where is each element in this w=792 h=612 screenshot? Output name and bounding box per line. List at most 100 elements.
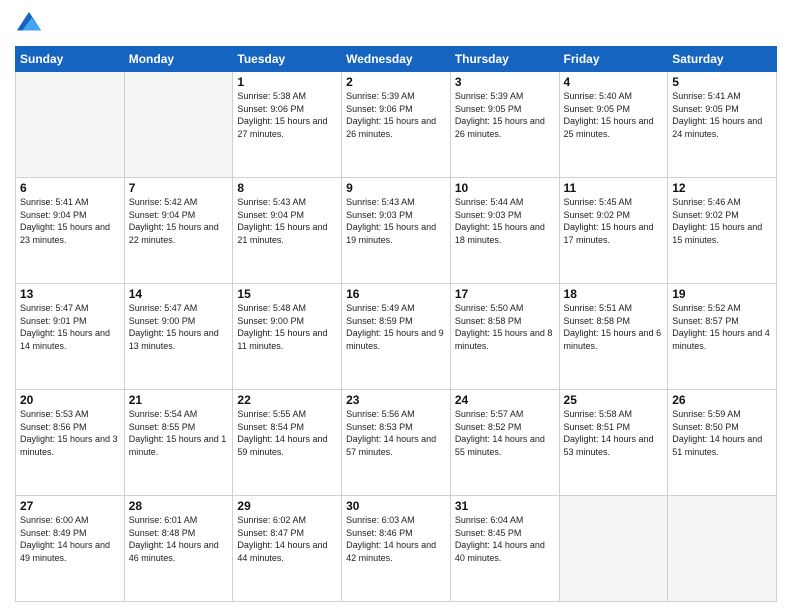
day-info: Sunrise: 6:04 AMSunset: 8:45 PMDaylight:… <box>455 514 555 564</box>
calendar-cell: 3Sunrise: 5:39 AMSunset: 9:05 PMDaylight… <box>450 72 559 178</box>
day-number: 9 <box>346 181 446 195</box>
calendar-cell: 20Sunrise: 5:53 AMSunset: 8:56 PMDayligh… <box>16 390 125 496</box>
day-info: Sunrise: 5:43 AMSunset: 9:04 PMDaylight:… <box>237 196 337 246</box>
calendar-cell: 26Sunrise: 5:59 AMSunset: 8:50 PMDayligh… <box>668 390 777 496</box>
day-number: 6 <box>20 181 120 195</box>
calendar-cell: 23Sunrise: 5:56 AMSunset: 8:53 PMDayligh… <box>342 390 451 496</box>
day-info: Sunrise: 5:41 AMSunset: 9:04 PMDaylight:… <box>20 196 120 246</box>
day-number: 18 <box>564 287 664 301</box>
day-info: Sunrise: 5:38 AMSunset: 9:06 PMDaylight:… <box>237 90 337 140</box>
day-number: 5 <box>672 75 772 89</box>
calendar-cell: 9Sunrise: 5:43 AMSunset: 9:03 PMDaylight… <box>342 178 451 284</box>
calendar-week-row: 13Sunrise: 5:47 AMSunset: 9:01 PMDayligh… <box>16 284 777 390</box>
calendar-cell: 29Sunrise: 6:02 AMSunset: 8:47 PMDayligh… <box>233 496 342 602</box>
day-info: Sunrise: 6:02 AMSunset: 8:47 PMDaylight:… <box>237 514 337 564</box>
day-number: 19 <box>672 287 772 301</box>
calendar-cell <box>124 72 233 178</box>
day-number: 26 <box>672 393 772 407</box>
calendar-week-row: 27Sunrise: 6:00 AMSunset: 8:49 PMDayligh… <box>16 496 777 602</box>
day-number: 27 <box>20 499 120 513</box>
calendar-cell: 10Sunrise: 5:44 AMSunset: 9:03 PMDayligh… <box>450 178 559 284</box>
calendar-week-row: 1Sunrise: 5:38 AMSunset: 9:06 PMDaylight… <box>16 72 777 178</box>
calendar-cell: 28Sunrise: 6:01 AMSunset: 8:48 PMDayligh… <box>124 496 233 602</box>
weekday-header: Thursday <box>450 47 559 72</box>
day-number: 16 <box>346 287 446 301</box>
day-number: 12 <box>672 181 772 195</box>
day-info: Sunrise: 5:49 AMSunset: 8:59 PMDaylight:… <box>346 302 446 352</box>
day-number: 28 <box>129 499 229 513</box>
day-info: Sunrise: 5:47 AMSunset: 9:01 PMDaylight:… <box>20 302 120 352</box>
day-info: Sunrise: 6:00 AMSunset: 8:49 PMDaylight:… <box>20 514 120 564</box>
calendar-cell: 2Sunrise: 5:39 AMSunset: 9:06 PMDaylight… <box>342 72 451 178</box>
day-info: Sunrise: 5:59 AMSunset: 8:50 PMDaylight:… <box>672 408 772 458</box>
day-info: Sunrise: 5:44 AMSunset: 9:03 PMDaylight:… <box>455 196 555 246</box>
day-info: Sunrise: 5:45 AMSunset: 9:02 PMDaylight:… <box>564 196 664 246</box>
calendar-cell: 15Sunrise: 5:48 AMSunset: 9:00 PMDayligh… <box>233 284 342 390</box>
day-number: 11 <box>564 181 664 195</box>
calendar-cell: 21Sunrise: 5:54 AMSunset: 8:55 PMDayligh… <box>124 390 233 496</box>
calendar-cell: 16Sunrise: 5:49 AMSunset: 8:59 PMDayligh… <box>342 284 451 390</box>
day-info: Sunrise: 5:55 AMSunset: 8:54 PMDaylight:… <box>237 408 337 458</box>
day-number: 31 <box>455 499 555 513</box>
day-number: 17 <box>455 287 555 301</box>
day-number: 24 <box>455 393 555 407</box>
day-number: 29 <box>237 499 337 513</box>
calendar-cell: 18Sunrise: 5:51 AMSunset: 8:58 PMDayligh… <box>559 284 668 390</box>
calendar-cell: 6Sunrise: 5:41 AMSunset: 9:04 PMDaylight… <box>16 178 125 284</box>
weekday-header: Wednesday <box>342 47 451 72</box>
calendar-cell: 25Sunrise: 5:58 AMSunset: 8:51 PMDayligh… <box>559 390 668 496</box>
day-number: 30 <box>346 499 446 513</box>
calendar-cell: 13Sunrise: 5:47 AMSunset: 9:01 PMDayligh… <box>16 284 125 390</box>
logo <box>15 10 47 38</box>
day-info: Sunrise: 5:51 AMSunset: 8:58 PMDaylight:… <box>564 302 664 352</box>
day-number: 8 <box>237 181 337 195</box>
day-info: Sunrise: 5:54 AMSunset: 8:55 PMDaylight:… <box>129 408 229 458</box>
calendar-cell: 7Sunrise: 5:42 AMSunset: 9:04 PMDaylight… <box>124 178 233 284</box>
day-number: 20 <box>20 393 120 407</box>
weekday-header: Monday <box>124 47 233 72</box>
day-number: 15 <box>237 287 337 301</box>
calendar-cell: 4Sunrise: 5:40 AMSunset: 9:05 PMDaylight… <box>559 72 668 178</box>
calendar-week-row: 20Sunrise: 5:53 AMSunset: 8:56 PMDayligh… <box>16 390 777 496</box>
day-number: 22 <box>237 393 337 407</box>
day-info: Sunrise: 5:42 AMSunset: 9:04 PMDaylight:… <box>129 196 229 246</box>
day-number: 1 <box>237 75 337 89</box>
calendar-cell: 31Sunrise: 6:04 AMSunset: 8:45 PMDayligh… <box>450 496 559 602</box>
day-info: Sunrise: 5:47 AMSunset: 9:00 PMDaylight:… <box>129 302 229 352</box>
day-number: 3 <box>455 75 555 89</box>
calendar-cell: 1Sunrise: 5:38 AMSunset: 9:06 PMDaylight… <box>233 72 342 178</box>
calendar-cell: 17Sunrise: 5:50 AMSunset: 8:58 PMDayligh… <box>450 284 559 390</box>
day-info: Sunrise: 5:50 AMSunset: 8:58 PMDaylight:… <box>455 302 555 352</box>
day-info: Sunrise: 6:01 AMSunset: 8:48 PMDaylight:… <box>129 514 229 564</box>
calendar-cell: 24Sunrise: 5:57 AMSunset: 8:52 PMDayligh… <box>450 390 559 496</box>
weekday-header: Friday <box>559 47 668 72</box>
day-number: 21 <box>129 393 229 407</box>
day-number: 7 <box>129 181 229 195</box>
page: SundayMondayTuesdayWednesdayThursdayFrid… <box>0 0 792 612</box>
day-number: 25 <box>564 393 664 407</box>
calendar-cell <box>559 496 668 602</box>
calendar-cell <box>16 72 125 178</box>
day-number: 4 <box>564 75 664 89</box>
day-number: 2 <box>346 75 446 89</box>
day-info: Sunrise: 5:56 AMSunset: 8:53 PMDaylight:… <box>346 408 446 458</box>
calendar-cell <box>668 496 777 602</box>
day-info: Sunrise: 5:43 AMSunset: 9:03 PMDaylight:… <box>346 196 446 246</box>
calendar-cell: 11Sunrise: 5:45 AMSunset: 9:02 PMDayligh… <box>559 178 668 284</box>
calendar-cell: 27Sunrise: 6:00 AMSunset: 8:49 PMDayligh… <box>16 496 125 602</box>
calendar-header-row: SundayMondayTuesdayWednesdayThursdayFrid… <box>16 47 777 72</box>
calendar-cell: 30Sunrise: 6:03 AMSunset: 8:46 PMDayligh… <box>342 496 451 602</box>
calendar-cell: 12Sunrise: 5:46 AMSunset: 9:02 PMDayligh… <box>668 178 777 284</box>
day-number: 23 <box>346 393 446 407</box>
calendar-cell: 14Sunrise: 5:47 AMSunset: 9:00 PMDayligh… <box>124 284 233 390</box>
day-number: 10 <box>455 181 555 195</box>
weekday-header: Sunday <box>16 47 125 72</box>
calendar-table: SundayMondayTuesdayWednesdayThursdayFrid… <box>15 46 777 602</box>
day-info: Sunrise: 5:39 AMSunset: 9:06 PMDaylight:… <box>346 90 446 140</box>
day-info: Sunrise: 5:39 AMSunset: 9:05 PMDaylight:… <box>455 90 555 140</box>
calendar-cell: 5Sunrise: 5:41 AMSunset: 9:05 PMDaylight… <box>668 72 777 178</box>
calendar-week-row: 6Sunrise: 5:41 AMSunset: 9:04 PMDaylight… <box>16 178 777 284</box>
day-info: Sunrise: 5:52 AMSunset: 8:57 PMDaylight:… <box>672 302 772 352</box>
day-number: 14 <box>129 287 229 301</box>
logo-icon <box>15 10 43 38</box>
